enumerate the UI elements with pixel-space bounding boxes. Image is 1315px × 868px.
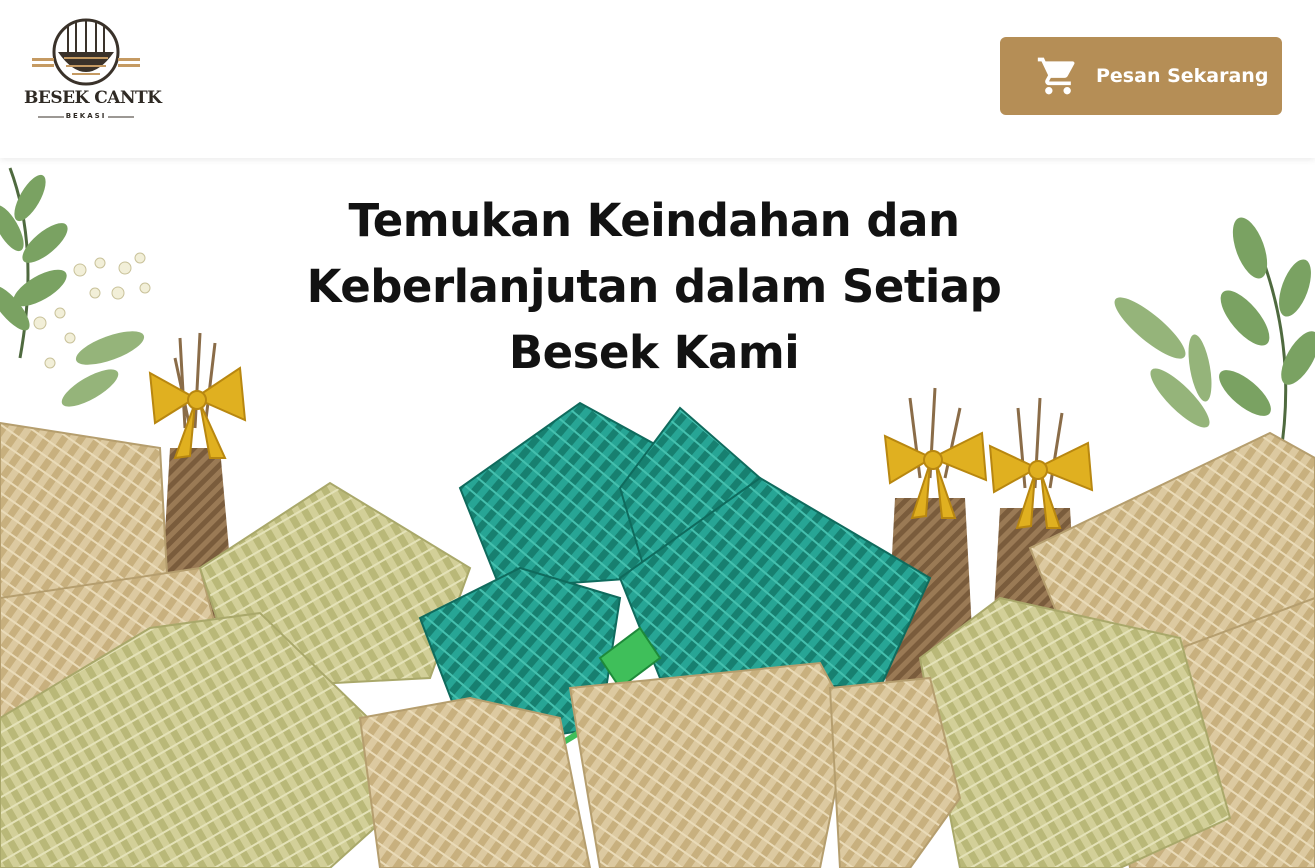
order-now-button[interactable]: Pesan Sekarang xyxy=(1000,37,1282,115)
hero-section: Temukan Keindahan dan Keberlanjutan dala… xyxy=(0,158,1315,868)
basket-logo-icon xyxy=(32,18,140,118)
order-now-label: Pesan Sekarang xyxy=(1096,65,1269,87)
shopping-cart-icon xyxy=(1037,57,1075,95)
besek-box-front-center-left xyxy=(358,696,592,868)
hero-title: Temukan Keindahan dan Keberlanjutan dala… xyxy=(306,194,1002,379)
brand-logo[interactable]: BESEK CANTK BEKASI xyxy=(24,12,162,128)
site-header: BESEK CANTK BEKASI Pesan Sekarang xyxy=(0,0,1315,158)
besek-box-front-center xyxy=(568,661,852,868)
brand-name: BESEK CANTK xyxy=(24,88,162,108)
left-leaves xyxy=(0,167,145,407)
right-leaves xyxy=(1114,217,1315,459)
brand-subtitle: BEKASI xyxy=(65,112,107,120)
